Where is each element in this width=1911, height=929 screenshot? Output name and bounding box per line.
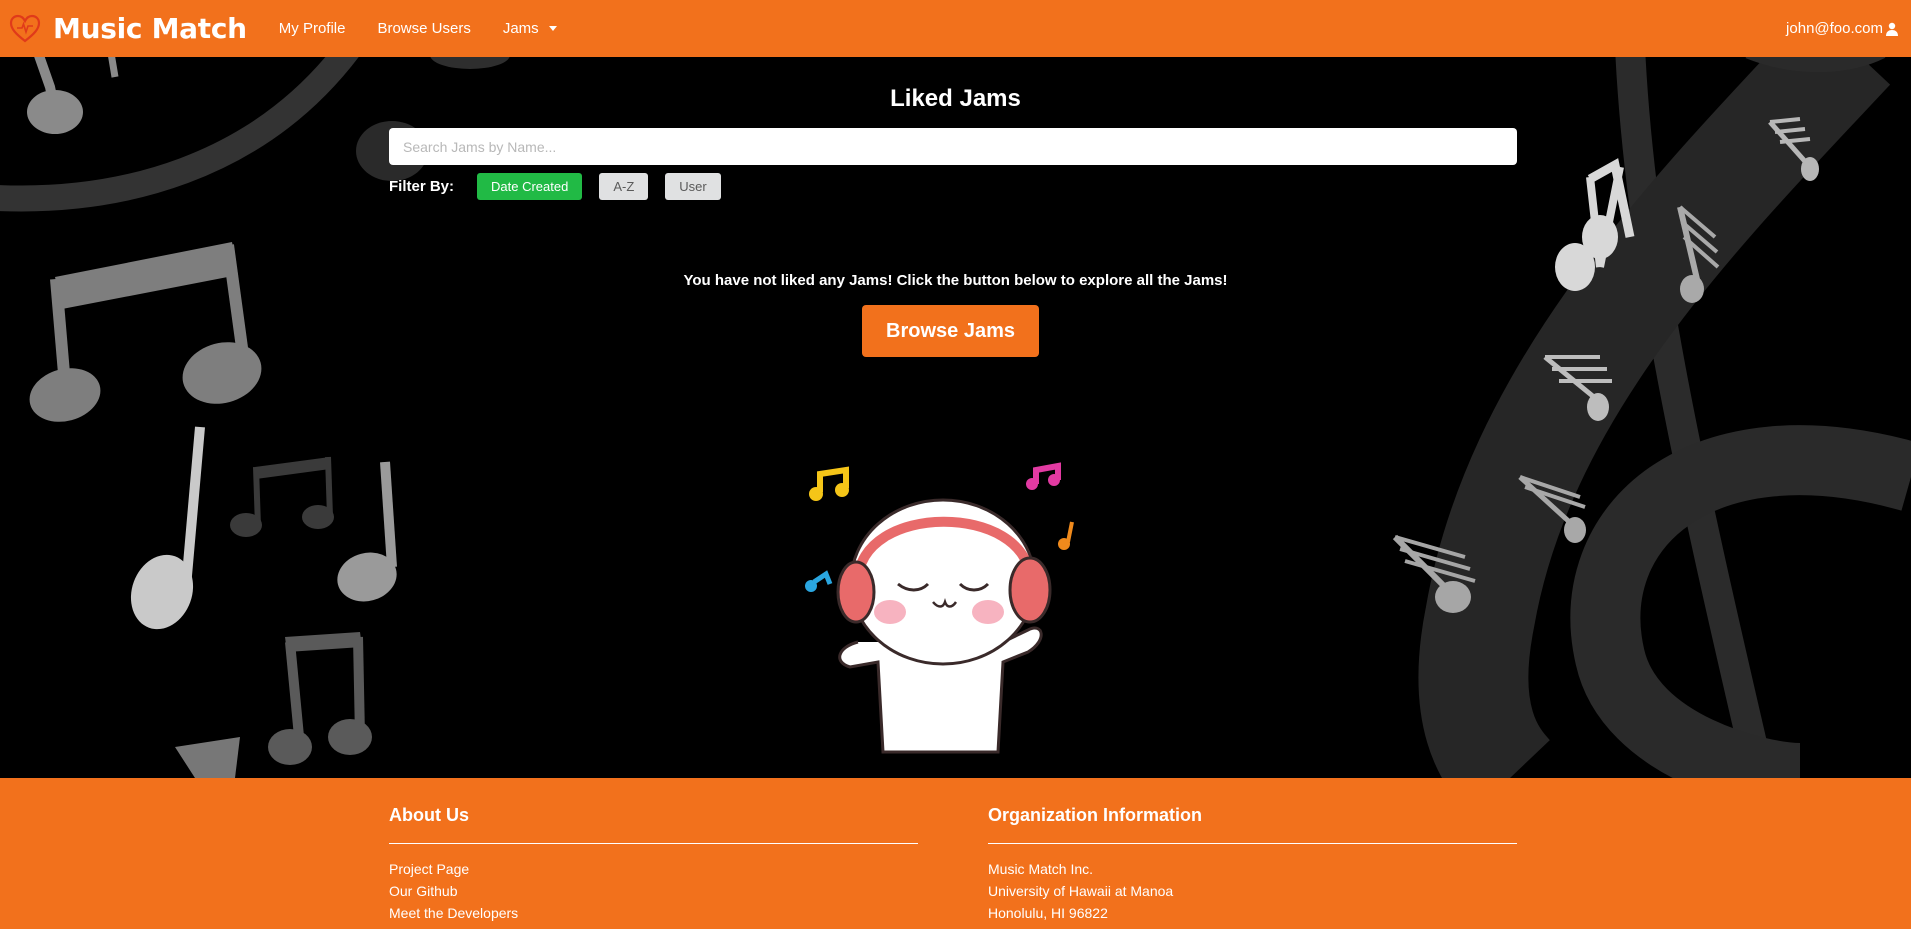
footer-org-heading: Organization Information — [988, 805, 1517, 844]
footer-org-name: Music Match Inc. — [988, 861, 1094, 877]
empty-state-message: You have not liked any Jams! Click the b… — [683, 272, 1228, 289]
user-email: john@foo.com — [1786, 20, 1883, 37]
nav-my-profile[interactable]: My Profile — [279, 20, 346, 37]
footer-link-project-page[interactable]: Project Page — [389, 858, 918, 880]
user-icon — [1886, 22, 1898, 36]
nav-jams-dropdown[interactable]: Jams — [503, 20, 557, 37]
chevron-down-icon — [548, 26, 557, 31]
browse-jams-button[interactable]: Browse Jams — [862, 305, 1039, 357]
filter-label: Filter By: — [389, 178, 455, 195]
footer-org-address: Honolulu, HI 96822 — [988, 905, 1108, 921]
search-input[interactable] — [389, 128, 1517, 165]
music-note-icon — [809, 466, 849, 501]
filter-date-created-button[interactable]: Date Created — [477, 173, 583, 200]
filter-a-z-button[interactable]: A-Z — [599, 173, 649, 200]
footer-about-heading: About Us — [389, 805, 918, 844]
nav-browse-users[interactable]: Browse Users — [377, 20, 470, 37]
footer-link-github[interactable]: Our Github — [389, 880, 918, 902]
navbar: Music Match My Profile Browse Users Jams… — [0, 0, 1911, 57]
footer-org: Organization Information Music Match Inc… — [988, 805, 1517, 924]
heart-logo-icon — [9, 14, 41, 42]
brand-name: Music Match — [53, 12, 247, 45]
footer: About Us Project Page Our Github Meet th… — [0, 778, 1911, 929]
page-title: Liked Jams — [890, 85, 1021, 112]
filter-bar: Filter By: Date Created A-Z User — [389, 173, 738, 200]
nav-jams-label: Jams — [502, 20, 539, 37]
footer-link-developers[interactable]: Meet the Developers — [389, 902, 918, 924]
filter-user-button[interactable]: User — [665, 173, 721, 200]
footer-about: About Us Project Page Our Github Meet th… — [389, 805, 918, 924]
footer-org-university: University of Hawaii at Manoa — [988, 883, 1174, 899]
main-content: Liked Jams Filter By: Date Created A-Z U… — [0, 57, 1911, 778]
headphones-mascot-image — [805, 462, 1074, 754]
user-menu[interactable]: john@foo.com — [1786, 20, 1899, 37]
brand[interactable]: Music Match — [8, 0, 247, 57]
